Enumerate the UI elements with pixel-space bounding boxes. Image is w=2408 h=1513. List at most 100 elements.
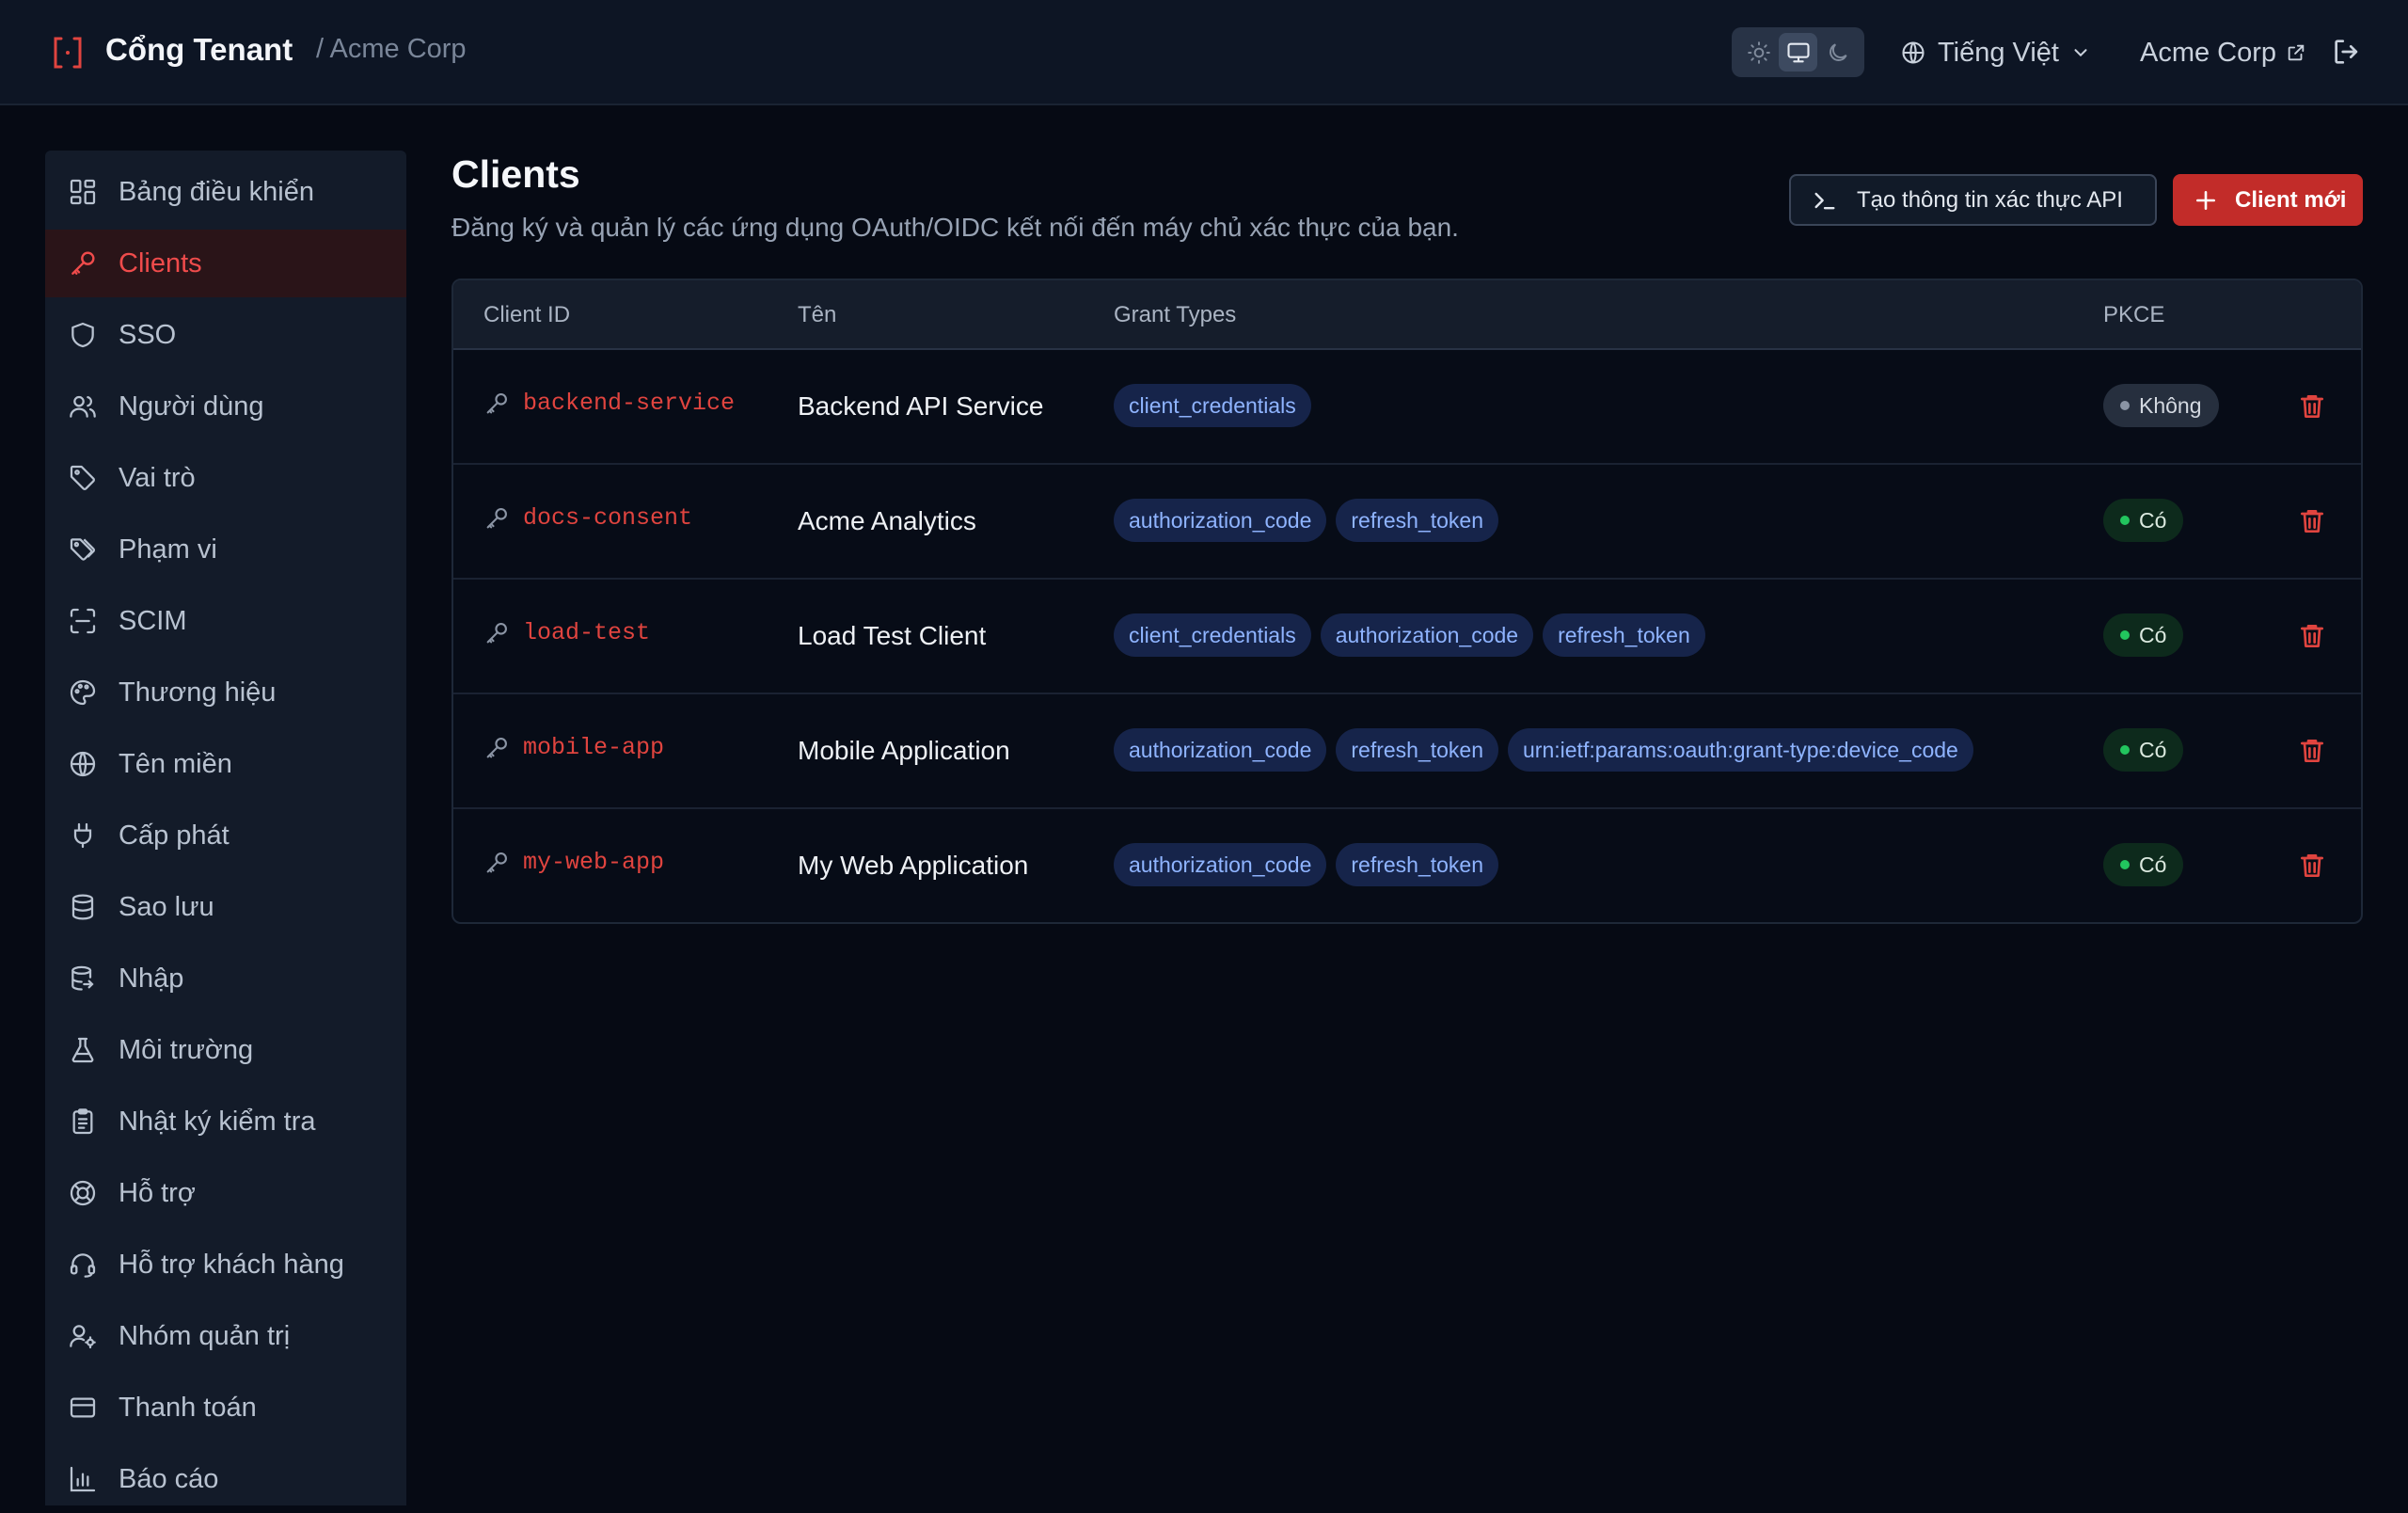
sidebar-item-audit-log[interactable]: Nhật ký kiểm tra [45, 1088, 406, 1155]
bar-chart-icon [68, 1464, 98, 1494]
headset-icon [68, 1250, 98, 1280]
sidebar-item-scim[interactable]: SCIM [45, 587, 406, 655]
users-icon [68, 391, 98, 422]
column-header-grant-types: Grant Types [1114, 302, 1237, 327]
table-row[interactable]: backend-service Backend API Service client… [453, 350, 2361, 465]
new-client-button[interactable]: Client mới [2173, 174, 2363, 226]
plug-icon [68, 820, 98, 851]
theme-dark-button[interactable] [1818, 33, 1857, 72]
grant-type-chip: authorization_code [1114, 728, 1327, 772]
pkce-label: Không [2139, 392, 2202, 418]
table-row[interactable]: my-web-app My Web Application authorizatio… [453, 809, 2361, 922]
sidebar-item-label: Tên miền [119, 748, 232, 779]
sidebar-item-clients[interactable]: Clients [45, 230, 406, 297]
grant-type-chip: refresh_token [1336, 728, 1499, 772]
table-row[interactable]: mobile-app Mobile Application authorizatio… [453, 694, 2361, 809]
trash-icon[interactable] [2297, 506, 2327, 536]
client-id[interactable]: my-web-app [523, 849, 664, 876]
key-icon [483, 850, 510, 876]
moon-icon [1826, 40, 1850, 65]
table-row[interactable]: load-test Load Test Client client_credenti… [453, 580, 2361, 694]
sidebar-item-label: Cấp phát [119, 820, 230, 851]
pkce-badge: Có [2103, 499, 2184, 542]
sidebar-item-customer-support[interactable]: Hỗ trợ khách hàng [45, 1231, 406, 1298]
globe-icon [68, 749, 98, 779]
trash-icon[interactable] [2297, 391, 2327, 422]
sidebar-item-sso[interactable]: SSO [45, 301, 406, 369]
clipboard-icon [68, 1107, 98, 1137]
pkce-label: Có [2139, 852, 2167, 877]
palette-icon [68, 677, 98, 708]
sidebar-item-users[interactable]: Người dùng [45, 373, 406, 440]
sidebar-item-label: Thương hiệu [119, 677, 277, 708]
sidebar-item-reports[interactable]: Báo cáo [45, 1445, 406, 1513]
globe-icon [1900, 40, 1926, 66]
user-cog-icon [68, 1321, 98, 1351]
sidebar-item-admin-groups[interactable]: Nhóm quản trị [45, 1302, 406, 1370]
sidebar-item-provisioning[interactable]: Cấp phát [45, 802, 406, 869]
pkce-badge: Có [2103, 613, 2184, 657]
sidebar-item-label: Nhóm quản trị [119, 1320, 291, 1351]
trash-icon[interactable] [2297, 621, 2327, 651]
sidebar-item-environments[interactable]: Môi trường [45, 1016, 406, 1084]
theme-system-button[interactable] [1779, 33, 1817, 72]
pkce-label: Có [2139, 737, 2167, 762]
column-header-pkce: PKCE [2103, 302, 2165, 327]
sidebar-item-label: Người dùng [119, 390, 264, 422]
client-id[interactable]: mobile-app [523, 734, 664, 761]
sidebar-item-label: Báo cáo [119, 1463, 219, 1494]
client-id[interactable]: docs-consent [523, 504, 692, 532]
pkce-badge: Có [2103, 728, 2184, 772]
table-row[interactable]: docs-consent Acme Analytics authorization_… [453, 465, 2361, 580]
sidebar-item-billing[interactable]: Thanh toán [45, 1374, 406, 1441]
sidebar-item-label: Clients [119, 247, 202, 279]
client-name: Backend API Service [798, 391, 1044, 421]
client-name: Load Test Client [798, 621, 987, 650]
sidebar-item-branding[interactable]: Thương hiệu [45, 659, 406, 726]
client-name: Mobile Application [798, 736, 1010, 765]
grant-types-list: authorization_code refresh_token [1114, 499, 1499, 542]
sidebar-item-scopes[interactable]: Phạm vi [45, 516, 406, 583]
sidebar-item-label: Phạm vi [119, 534, 217, 565]
theme-light-button[interactable] [1739, 33, 1778, 72]
sidebar-item-import[interactable]: Nhập [45, 945, 406, 1012]
language-selector[interactable]: Tiếng Việt [1900, 32, 2091, 73]
logout-icon[interactable] [2331, 36, 2365, 70]
client-id[interactable]: backend-service [523, 390, 735, 417]
sidebar-item-dashboard[interactable]: Bảng điều khiển [45, 158, 406, 226]
brackets-logo-icon[interactable] [53, 36, 83, 70]
sidebar-nav: Bảng điều khiển Clients SSO Người dùng V… [45, 151, 406, 1505]
grant-type-chip: urn:ietf:params:oauth:grant-type:device_… [1508, 728, 1973, 772]
app-title[interactable]: Cổng Tenant [105, 32, 293, 68]
sidebar-item-backup[interactable]: Sao lưu [45, 873, 406, 941]
sidebar-item-label: Hỗ trợ [119, 1177, 196, 1208]
tenant-link-label: Acme Corp [2140, 37, 2277, 68]
client-id-cell[interactable]: load-test [483, 619, 650, 646]
tenant-external-link[interactable]: Acme Corp [2140, 32, 2306, 73]
tags-icon [68, 534, 98, 565]
sidebar-item-domains[interactable]: Tên miền [45, 730, 406, 798]
key-icon [483, 735, 510, 761]
create-api-credentials-button[interactable]: Tạo thông tin xác thực API [1789, 174, 2157, 226]
language-label: Tiếng Việt [1938, 37, 2059, 68]
page-title: Clients [452, 152, 580, 196]
credit-card-icon [68, 1393, 98, 1423]
grant-type-chip: refresh_token [1336, 843, 1499, 886]
trash-icon[interactable] [2297, 851, 2327, 881]
client-id-cell[interactable]: backend-service [483, 390, 735, 417]
client-id[interactable]: load-test [523, 619, 650, 646]
sidebar-item-label: Nhật ký kiểm tra [119, 1106, 316, 1137]
client-id-cell[interactable]: my-web-app [483, 849, 664, 876]
grant-type-chip: client_credentials [1114, 613, 1311, 657]
client-name: Acme Analytics [798, 506, 976, 535]
external-link-icon [2286, 42, 2306, 63]
client-id-cell[interactable]: docs-consent [483, 504, 692, 532]
client-id-cell[interactable]: mobile-app [483, 734, 664, 761]
sidebar-item-support[interactable]: Hỗ trợ [45, 1159, 406, 1227]
grant-type-chip: authorization_code [1114, 843, 1327, 886]
sidebar-item-roles[interactable]: Vai trò [45, 444, 406, 512]
grant-types-list: authorization_code refresh_token [1114, 843, 1499, 886]
sidebar-item-label: Thanh toán [119, 1392, 257, 1423]
grant-type-chip: refresh_token [1336, 499, 1499, 542]
trash-icon[interactable] [2297, 736, 2327, 766]
